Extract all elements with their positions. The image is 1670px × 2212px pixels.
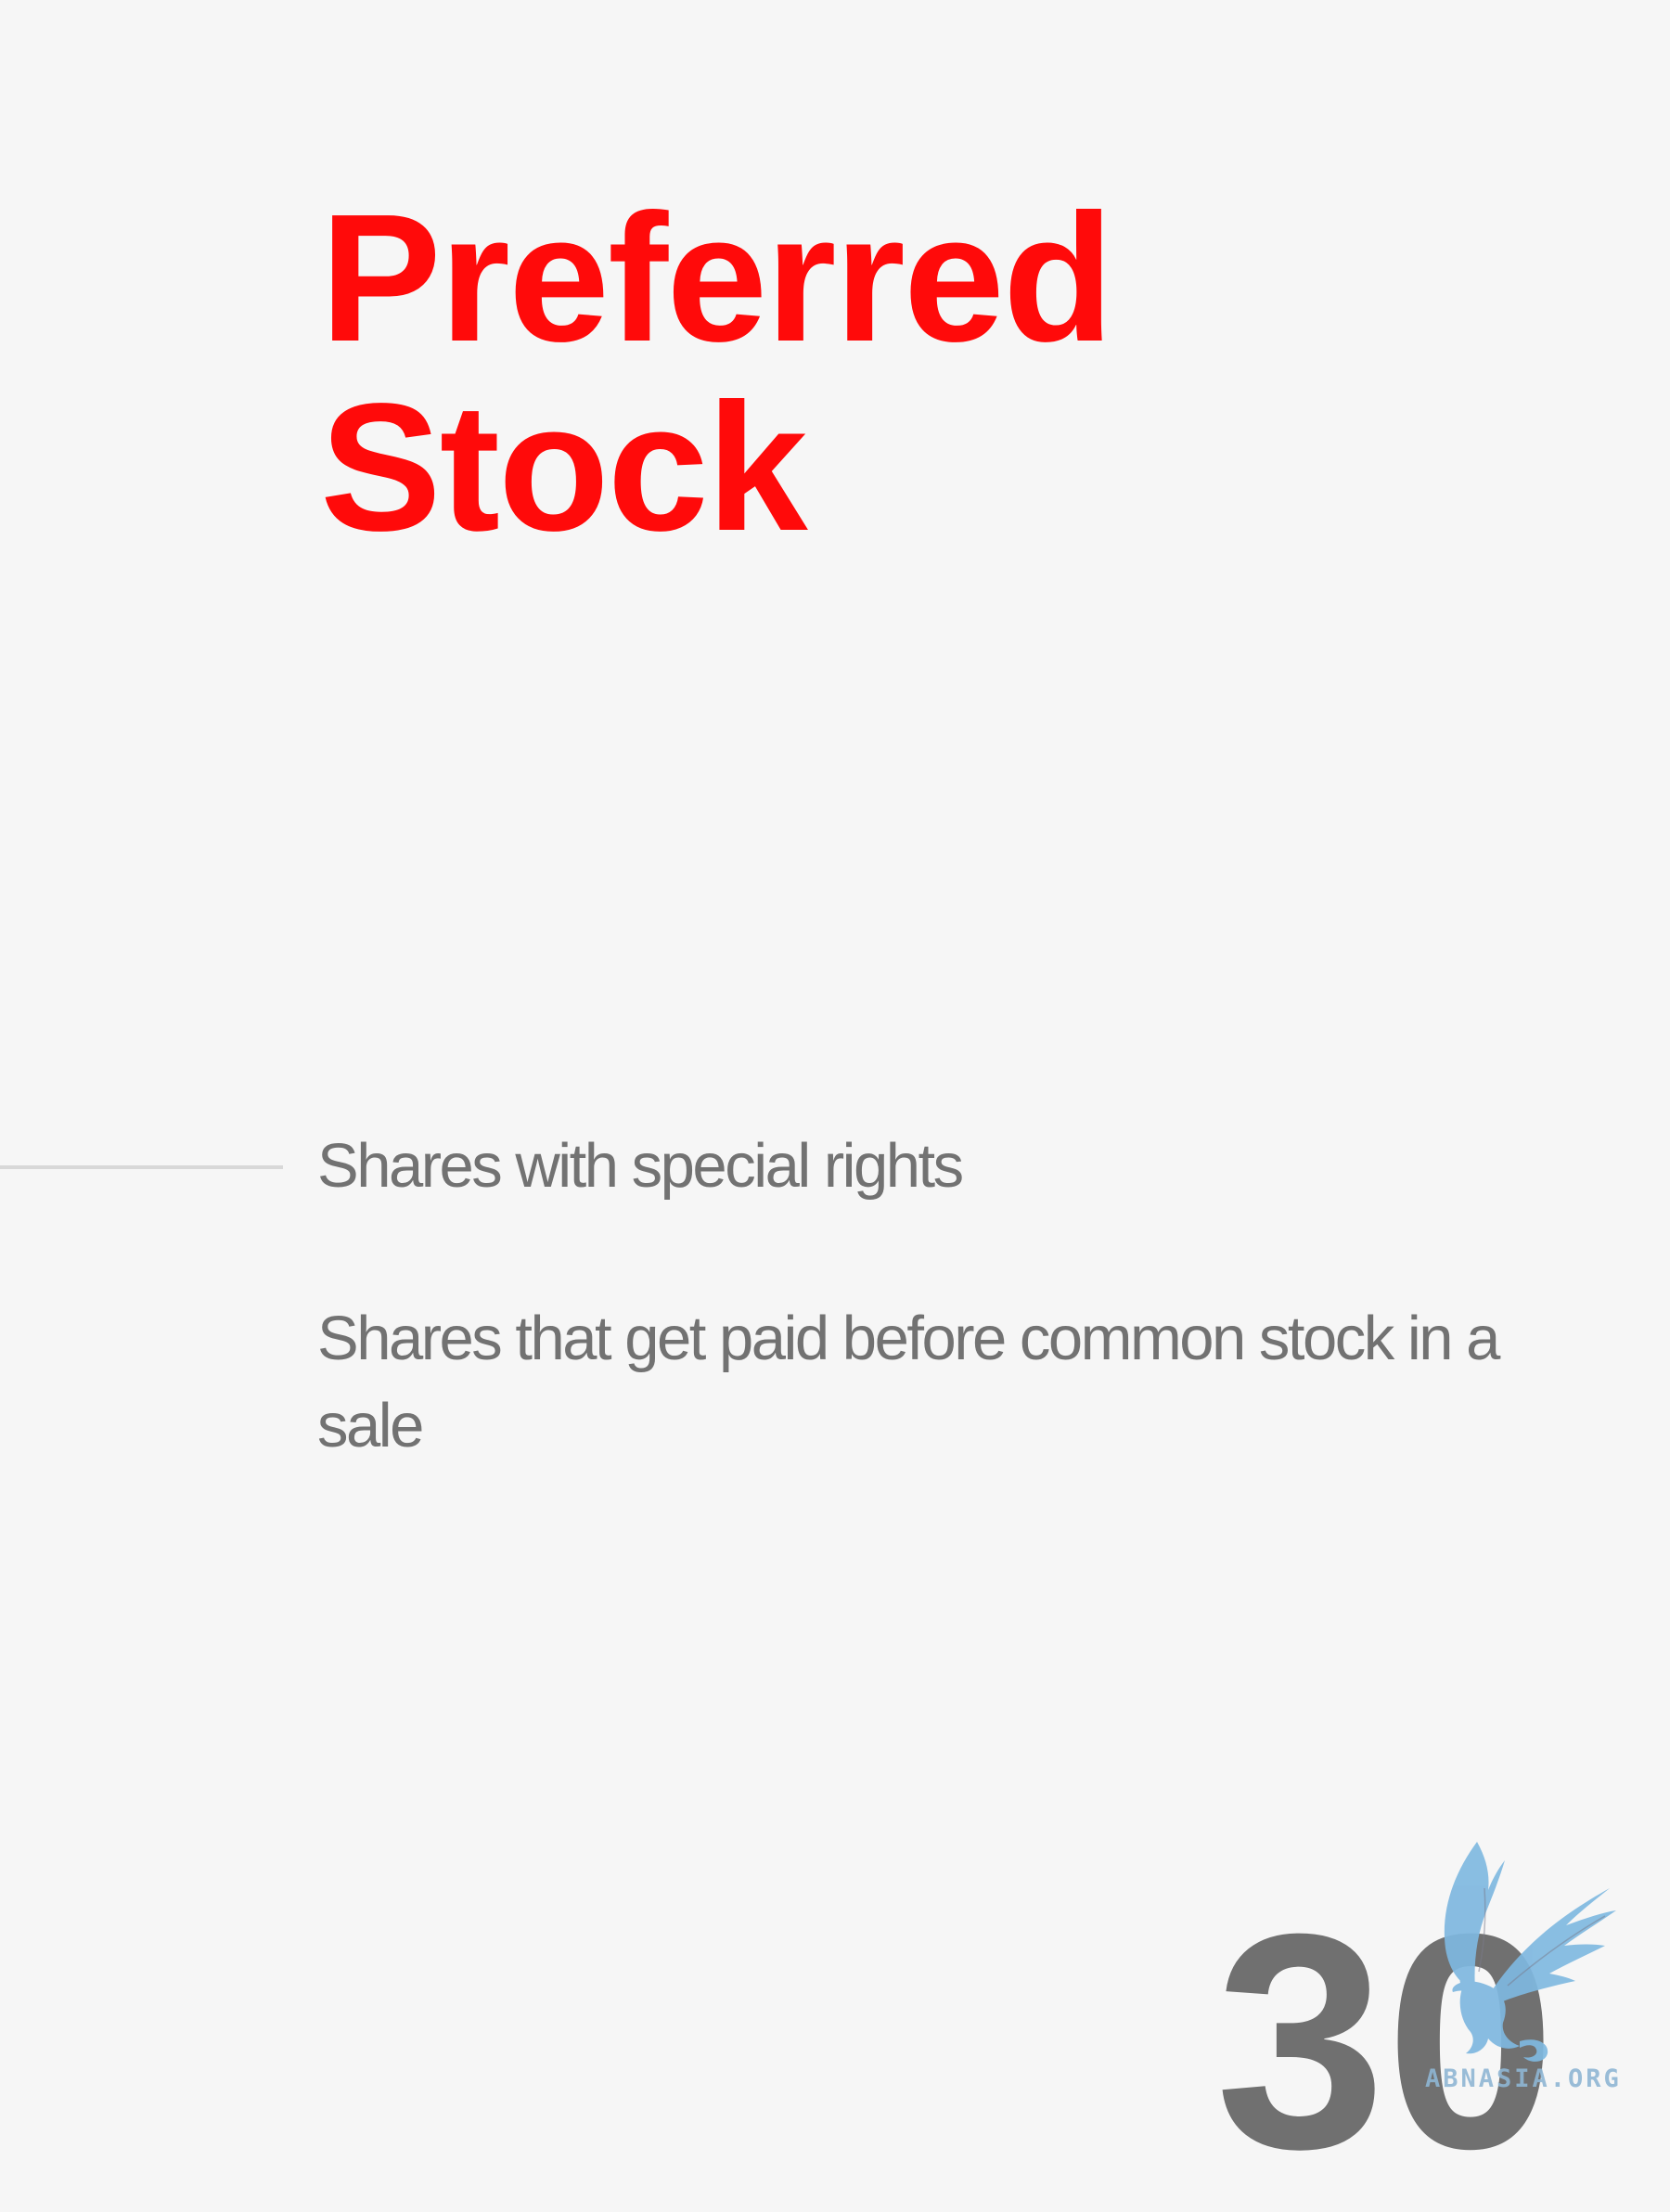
definition-item-1: Shares with special rights — [317, 1131, 964, 1201]
slide-title: Preferred Stock — [320, 176, 1114, 569]
divider-line — [0, 1165, 283, 1169]
title-line-2: Stock — [320, 366, 808, 569]
griffin-logo-icon — [1444, 1842, 1616, 2062]
title-line-1: Preferred — [320, 176, 1114, 379]
definition-item-2: Shares that get paid before common stock… — [317, 1304, 1500, 1460]
watermark-text: ABNASIA.ORG — [1425, 2064, 1622, 2093]
definition-list: Shares with special rights Shares that g… — [317, 1123, 1551, 1555]
